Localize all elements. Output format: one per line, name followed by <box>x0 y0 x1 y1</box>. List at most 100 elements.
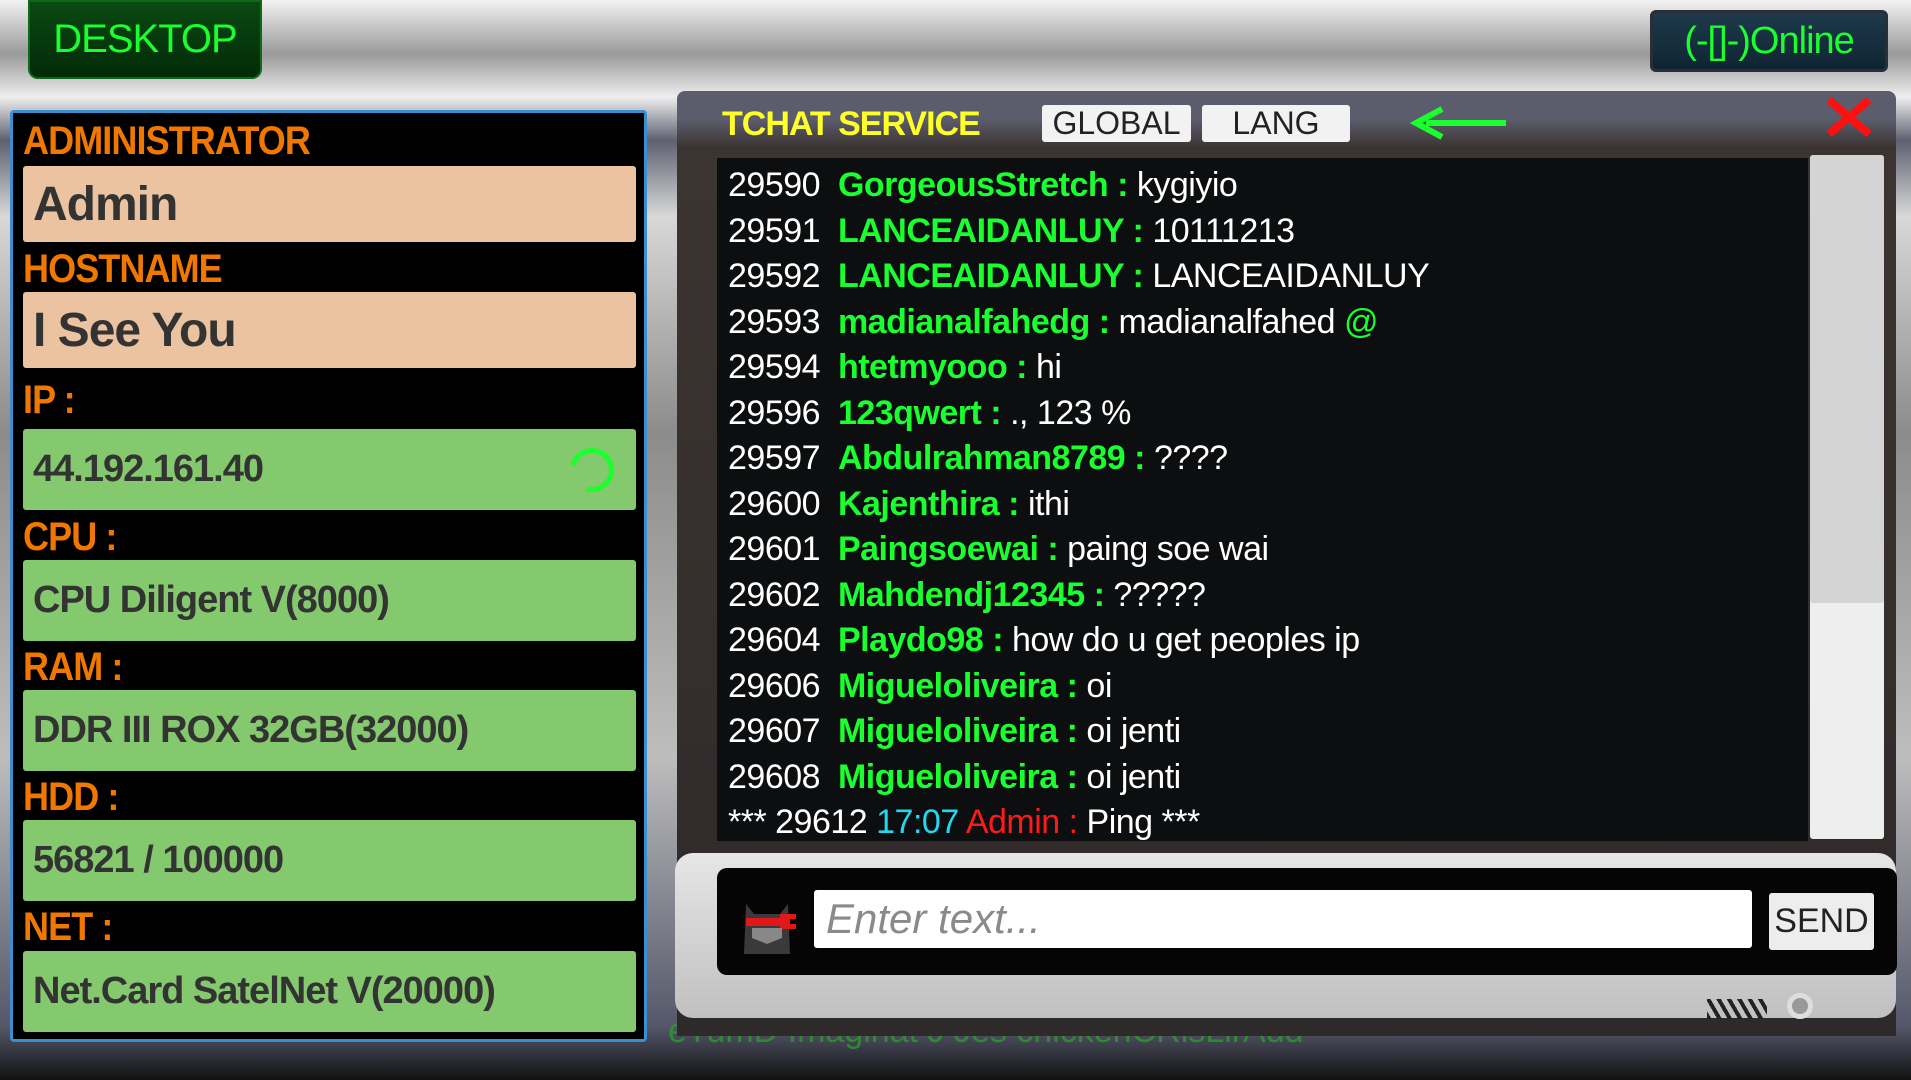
chat-message: 29600 Kajenthira : ithi <box>728 485 1808 531</box>
chat-message: 29607 Migueloliveira : oi jenti <box>728 712 1808 758</box>
admin-value: Admin <box>33 177 178 231</box>
net-field: Net.Card SatelNet V(20000) <box>23 951 636 1032</box>
chat-message: 29608 Migueloliveira : oi jenti <box>728 758 1808 804</box>
chat-message-list: 29590 GorgeousStretch : kygiyio 29591 LAN… <box>717 158 1808 841</box>
message-user[interactable]: 123qwert : <box>838 394 1002 432</box>
message-user[interactable]: Migueloliveira : <box>838 758 1078 796</box>
arrow-left-icon <box>1409 106 1506 140</box>
ninja-avatar-icon <box>744 904 796 954</box>
message-text: oi jenti <box>1086 757 1181 796</box>
hostname-label: HOSTNAME <box>23 247 223 291</box>
message-text: kygiyio <box>1136 166 1238 204</box>
message-id: 29597 <box>728 439 821 477</box>
desktop-button[interactable]: DESKTOP <box>28 0 262 79</box>
message-text: 10111213 <box>1152 211 1295 250</box>
grille-decoration <box>1707 999 1767 1019</box>
chat-message: 29590 GorgeousStretch : kygiyio <box>728 166 1808 212</box>
message-text: how do u get peoples ip <box>1011 621 1360 659</box>
message-user[interactable]: Kajenthira : <box>838 485 1020 523</box>
message-id: 29593 <box>728 302 821 341</box>
computer-info-panel: ADMINISTRATOR Admin HOSTNAME I See You I… <box>10 110 647 1042</box>
system-time: 17:07 <box>876 803 959 841</box>
message-text: ., 123 % <box>1010 393 1131 432</box>
message-user[interactable]: LANCEAIDANLUY : <box>838 257 1144 295</box>
message-text: ????? <box>1113 575 1206 614</box>
message-user[interactable]: GorgeousStretch : <box>838 166 1128 204</box>
desktop-label: DESKTOP <box>53 17 237 61</box>
cpu-field: CPU Diligent V(8000) <box>23 560 636 641</box>
message-id: 29606 <box>728 666 821 705</box>
tab-global[interactable]: GLOBAL <box>1042 105 1191 142</box>
message-id: 29607 <box>728 712 821 750</box>
ram-field: DDR III ROX 32GB(32000) <box>23 690 636 771</box>
hdd-field: 56821 / 100000 <box>23 820 636 901</box>
ram-label: RAM : <box>23 645 123 689</box>
refresh-icon[interactable] <box>561 439 623 501</box>
chat-message: 29594 htetmyooo : hi <box>728 348 1808 394</box>
message-user[interactable]: Migueloliveira : <box>838 712 1078 750</box>
ram-value: DDR III ROX 32GB(32000) <box>33 709 469 751</box>
chat-title: TCHAT SERVICE <box>722 105 981 143</box>
message-id: 29602 <box>728 575 821 614</box>
chat-message: 29602 Mahdendj12345 : ????? <box>728 576 1808 622</box>
admin-field: Admin <box>23 166 636 242</box>
message-user[interactable]: Paingsoewai : <box>838 530 1059 568</box>
message-user[interactable]: madianalfahedg : <box>838 303 1110 341</box>
message-text: oi <box>1086 666 1112 705</box>
hostname-value: I See You <box>33 303 237 357</box>
message-id: 29594 <box>728 348 821 386</box>
chat-message: 29592 LANCEAIDANLUY : LANCEAIDANLUY <box>728 257 1808 303</box>
admin-label: ADMINISTRATOR <box>23 119 311 163</box>
online-status: (-[]-)Online <box>1650 10 1888 72</box>
message-user[interactable]: Mahdendj12345 : <box>838 576 1105 614</box>
message-id: 29592 <box>728 257 821 295</box>
chat-message: 29604 Playdo98 : how do u get peoples ip <box>728 621 1808 667</box>
message-id: 29604 <box>728 621 821 659</box>
message-text: ithi <box>1027 484 1070 523</box>
system-message: *** 29612 17:07 Admin : Ping *** <box>728 803 1808 849</box>
message-text: hi <box>1035 348 1062 386</box>
chat-message: 29597 Abdulrahman8789 : ???? <box>728 439 1808 485</box>
mention-symbol: @ <box>1344 302 1379 341</box>
net-label: NET : <box>23 905 113 949</box>
message-text: paing soe wai <box>1067 530 1269 568</box>
message-text: ???? <box>1153 439 1228 477</box>
hostname-field: I See You <box>23 292 636 368</box>
online-label: (-[]-)Online <box>1684 19 1855 62</box>
message-text: LANCEAIDANLUY <box>1152 257 1430 295</box>
system-prefix: *** 29612 <box>728 803 868 841</box>
chat-message: 29601 Paingsoewai : paing soe wai <box>728 530 1808 576</box>
system-user: Admin : <box>965 803 1078 841</box>
screw-decoration <box>1787 993 1813 1019</box>
tab-lang[interactable]: LANG <box>1202 105 1350 142</box>
message-id: 29600 <box>728 484 821 523</box>
message-user[interactable]: LANCEAIDANLUY : <box>838 212 1144 250</box>
message-id: 29608 <box>728 757 821 796</box>
chat-scrollbar[interactable] <box>1810 155 1884 839</box>
chat-message: 29593 madianalfahedg : madianalfahed @ <box>728 303 1808 349</box>
message-text: madianalfahed <box>1118 302 1336 341</box>
ip-value: 44.192.161.40 <box>33 448 264 490</box>
message-user[interactable]: Abdulrahman8789 : <box>838 439 1146 477</box>
ip-field: 44.192.161.40 <box>23 429 636 510</box>
message-id: 29590 <box>728 166 821 204</box>
message-id: 29601 <box>728 530 821 568</box>
chat-message: 29596 123qwert : ., 123 % <box>728 394 1808 440</box>
scrollbar-thumb[interactable] <box>1810 155 1884 603</box>
cpu-label: CPU : <box>23 515 117 559</box>
close-icon[interactable] <box>1825 96 1873 138</box>
message-id: 29596 <box>728 393 821 432</box>
system-text: Ping *** <box>1086 803 1201 841</box>
message-user[interactable]: Migueloliveira : <box>838 667 1078 705</box>
chat-window: TCHAT SERVICE GLOBAL LANG 29590 Gorgeous… <box>675 91 1897 1036</box>
send-button[interactable]: SEND <box>1769 893 1874 950</box>
cpu-value: CPU Diligent V(8000) <box>33 579 390 621</box>
chat-message: 29591 LANCEAIDANLUY : 10111213 <box>728 212 1808 258</box>
message-user[interactable]: htetmyooo : <box>838 348 1028 386</box>
message-user[interactable]: Playdo98 : <box>838 621 1004 659</box>
chat-input[interactable] <box>814 890 1752 948</box>
hdd-label: HDD : <box>23 775 119 819</box>
net-value: Net.Card SatelNet V(20000) <box>33 970 496 1012</box>
chat-message: 29606 Migueloliveira : oi <box>728 667 1808 713</box>
message-text: oi jenti <box>1086 712 1181 750</box>
